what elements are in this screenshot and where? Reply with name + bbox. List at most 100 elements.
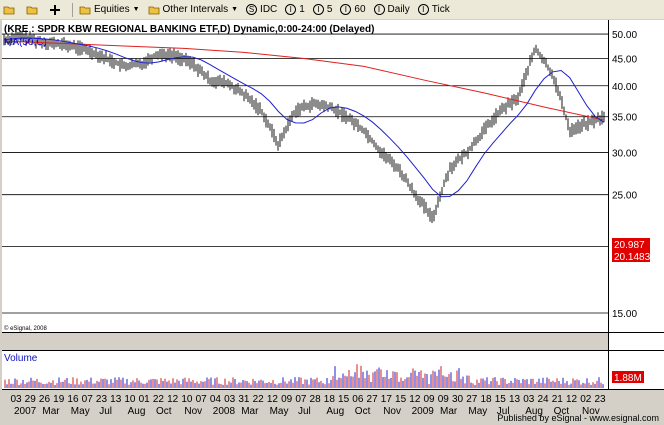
x-period-label: 2008 <box>213 406 236 417</box>
x-day-label: 31 <box>238 394 250 405</box>
idc-label: IDC <box>260 4 278 15</box>
interval-i-icon: I <box>285 4 297 15</box>
x-period-label: Aug <box>326 406 344 417</box>
y-tick-label: 45.00 <box>612 54 637 65</box>
x-day-label: 06 <box>352 394 364 405</box>
x-day-label: 01 <box>139 394 151 405</box>
x-day-label: 26 <box>39 394 51 405</box>
last-price-value: 20.987 <box>614 240 645 251</box>
watermark: © eSignal, 2008 <box>4 325 47 332</box>
x-period-label: Jul <box>298 406 311 417</box>
interval-60-label: 60 <box>354 4 366 15</box>
folder-icon <box>3 4 15 16</box>
x-day-label: 29 <box>25 394 37 405</box>
price-pane <box>2 20 608 332</box>
x-day-label: 18 <box>324 394 336 405</box>
x-day-label: 18 <box>480 394 492 405</box>
x-period-label: Mar <box>42 406 60 417</box>
x-day-label: 13 <box>509 394 521 405</box>
y-tick-label: 30.00 <box>612 148 637 159</box>
x-day-label: 12 <box>566 394 578 405</box>
y-tick-label: 25.00 <box>612 191 637 202</box>
x-day-label: 23 <box>96 394 108 405</box>
x-period-label: Oct <box>156 406 172 417</box>
x-day-label: 12 <box>409 394 421 405</box>
x-day-label: 16 <box>67 394 79 405</box>
chart-title: (KRE : SPDR KBW REGIONAL BANKING ETF,D) … <box>4 24 374 35</box>
x-day-label: 03 <box>224 394 236 405</box>
x-period-label: May <box>270 406 289 417</box>
x-day-label: 03 <box>523 394 535 405</box>
interval-i-icon: I <box>340 4 352 15</box>
folder-icon <box>26 4 38 16</box>
x-period-label: May <box>468 406 487 417</box>
interval-tick-button[interactable]: I Tick <box>415 1 453 18</box>
toolbar-separator <box>72 2 73 17</box>
volume-value: 1.88M <box>614 373 642 384</box>
x-day-label: 27 <box>367 394 379 405</box>
folder-icon <box>79 4 91 16</box>
interval-tick-label: Tick <box>431 4 450 15</box>
x-day-label: 15 <box>495 394 507 405</box>
x-period-label: Nov <box>184 406 202 417</box>
chevron-down-icon: ▼ <box>231 6 239 13</box>
x-period-label: Jul <box>99 406 112 417</box>
x-day-label: 12 <box>167 394 179 405</box>
ma-label: MA(50,C) <box>4 37 47 48</box>
equities-dropdown[interactable]: Equities ▼ <box>76 1 143 18</box>
x-day-label: 30 <box>452 394 464 405</box>
y-tick-label: 40.00 <box>612 82 637 93</box>
x-day-label: 04 <box>210 394 222 405</box>
other-intervals-dropdown[interactable]: Other Intervals ▼ <box>145 1 242 18</box>
interval-1-label: 1 <box>299 4 305 15</box>
x-day-label: 10 <box>124 394 136 405</box>
folder-icon <box>148 4 160 16</box>
symbol-s-icon: S <box>246 4 258 15</box>
x-day-label: 22 <box>253 394 265 405</box>
interval-daily-button[interactable]: I Daily <box>371 1 413 18</box>
x-day-label: 09 <box>438 394 450 405</box>
x-day-label: 02 <box>580 394 592 405</box>
x-period-label: Mar <box>241 406 259 417</box>
x-day-label: 07 <box>196 394 208 405</box>
x-period-label: Nov <box>383 406 401 417</box>
interval-5-button[interactable]: I 5 <box>310 1 336 18</box>
x-day-label: 27 <box>466 394 478 405</box>
x-day-label: 07 <box>82 394 94 405</box>
volume-label: Volume <box>4 353 38 364</box>
x-day-label: 17 <box>381 394 393 405</box>
interval-60-button[interactable]: I 60 <box>337 1 368 18</box>
x-day-label: 09 <box>424 394 436 405</box>
interval-1-button[interactable]: I 1 <box>282 1 308 18</box>
x-day-label: 13 <box>110 394 122 405</box>
interval-5-label: 5 <box>326 4 333 15</box>
interval-i-icon: I <box>417 4 429 15</box>
x-day-label: 24 <box>537 394 549 405</box>
x-period-label: Oct <box>355 406 371 417</box>
x-day-label: 19 <box>53 394 65 405</box>
x-day-label: 22 <box>153 394 165 405</box>
chevron-down-icon: ▼ <box>132 6 140 13</box>
x-day-label: 15 <box>338 394 350 405</box>
other-intervals-label: Other Intervals <box>162 4 229 15</box>
idc-button[interactable]: S IDC <box>243 1 280 18</box>
price-chart[interactable]: 15.00 25.00 30.00 35.00 40.00 45.00 50.00 (KRE… <box>0 19 664 425</box>
publisher-credit: Published by eSignal - www.esignal.com <box>497 413 659 423</box>
x-period-label: May <box>71 406 90 417</box>
plus-icon <box>49 4 61 16</box>
ma-value: 20.1483 <box>614 252 651 263</box>
add-button[interactable] <box>46 1 67 18</box>
interval-i-icon: I <box>312 4 324 15</box>
toolbar: Equities ▼ Other Intervals ▼ S IDC I 1 I… <box>0 0 664 20</box>
y-tick-label: 35.00 <box>612 113 637 124</box>
x-day-label: 28 <box>310 394 322 405</box>
x-period-label: Aug <box>128 406 146 417</box>
x-day-label: 15 <box>395 394 407 405</box>
interval-i-icon: I <box>373 4 385 15</box>
x-period-label: 2009 <box>412 406 435 417</box>
x-day-label: 23 <box>594 394 606 405</box>
open-folder-button[interactable] <box>0 1 21 18</box>
equities-label: Equities <box>94 4 130 15</box>
open-folder-button-2[interactable] <box>23 1 44 18</box>
x-period-label: Mar <box>440 406 458 417</box>
